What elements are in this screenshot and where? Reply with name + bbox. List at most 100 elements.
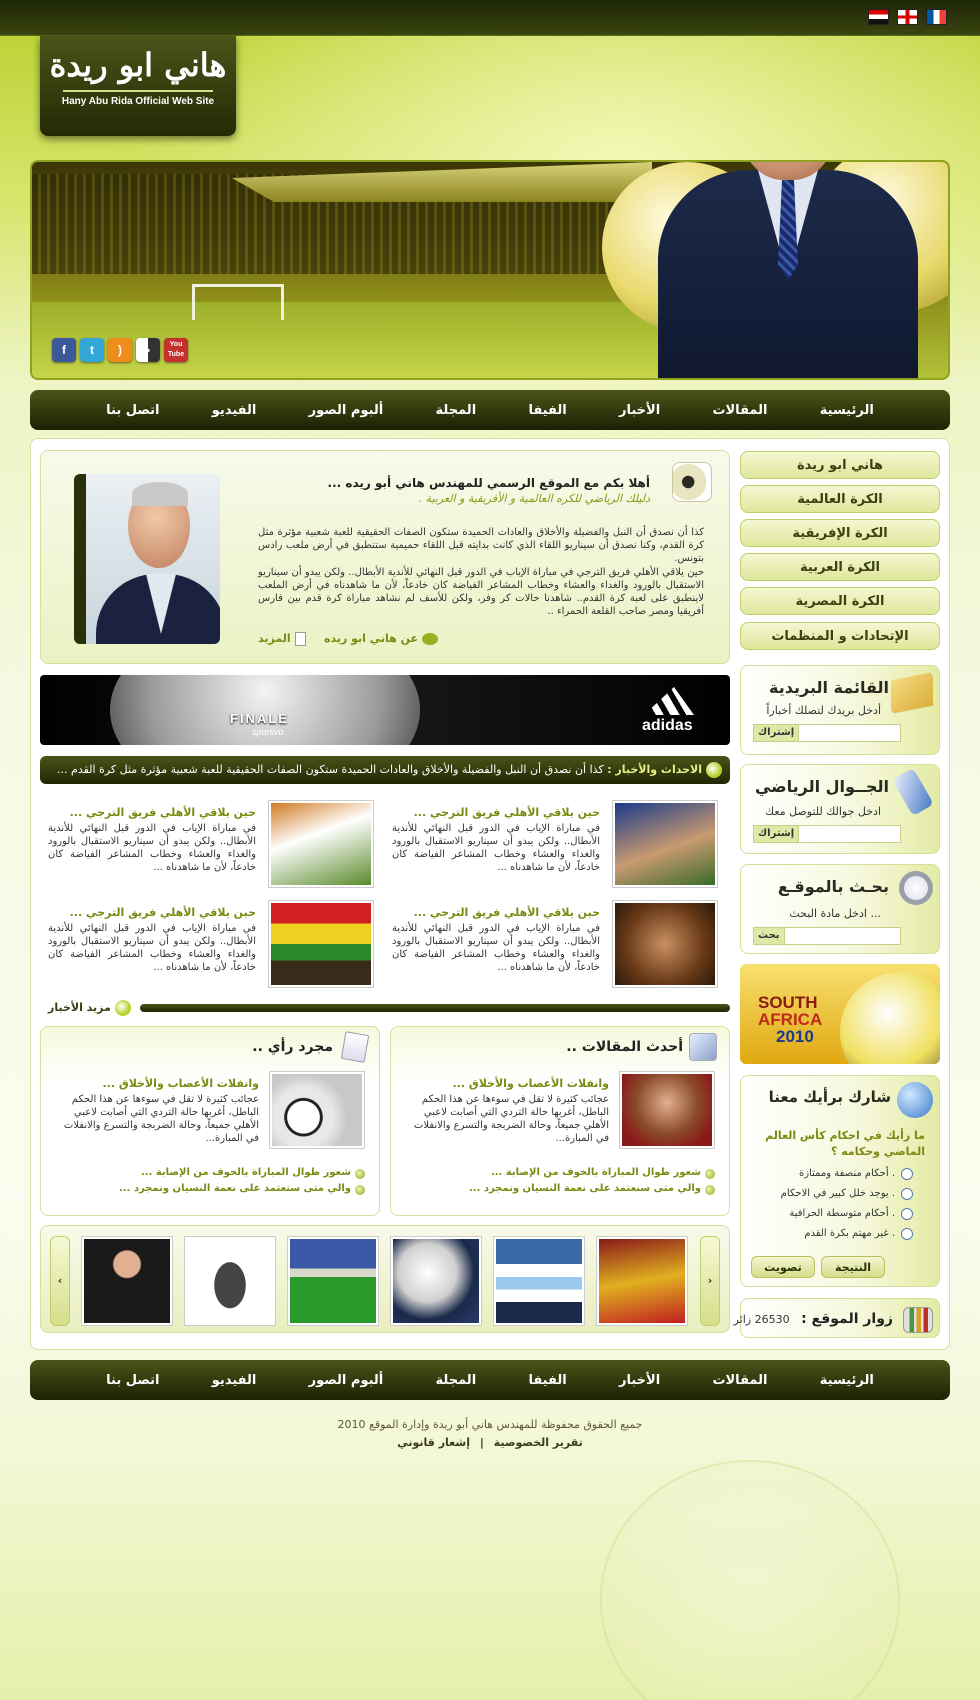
flag-egypt-icon[interactable] — [868, 9, 889, 25]
envelope-icon — [891, 672, 933, 714]
goal-post — [192, 284, 284, 320]
hany-abu-rida-portrait — [638, 162, 928, 378]
newsletter-subscribe-button[interactable]: إشتراك — [754, 725, 800, 741]
footer-separator: | — [479, 1436, 484, 1449]
welcome-subtitle: دليلك الرياضي للكره العالمية و الأفريقية… — [418, 492, 650, 505]
flag-france-icon[interactable] — [926, 9, 947, 25]
news-item[interactable]: حين يلاقي الأهلي فريق الترجي ... في مبار… — [388, 800, 718, 888]
nav-photo-album[interactable]: ألبوم الصور — [309, 403, 384, 418]
gallery-thumbnail[interactable] — [390, 1236, 482, 1326]
article-link-2[interactable]: والي متى سنعتمد على نعمة النسيان ونمجرد … — [469, 1183, 701, 1194]
footer-nav-video[interactable]: الفيديو — [212, 1373, 257, 1388]
bullet-icon — [355, 1169, 365, 1179]
news-item-body: في مباراة الإياب في الدور قبل النهائي لل… — [48, 923, 256, 973]
search-box: بحـث بالموقـع ادخل مادة البحث ... بحث — [740, 864, 940, 954]
poll-option-2-radio[interactable] — [901, 1188, 913, 1200]
search-button[interactable]: بحث — [754, 928, 785, 944]
footer-ball-watermark — [600, 1460, 900, 1700]
footer-nav-home[interactable]: الرئيسية — [820, 1373, 874, 1388]
article-title[interactable]: وانفلات الأعصاب والأخلاق ... — [453, 1077, 610, 1090]
poll-option-1-radio[interactable] — [901, 1168, 913, 1180]
news-thumbnail — [268, 800, 374, 888]
adidas-logo-icon — [644, 687, 694, 715]
footer-nav-magazine[interactable]: المجلة — [436, 1373, 477, 1388]
news-item[interactable]: حين يلاقي الأهلي فريق الترجي ... في مبار… — [44, 800, 374, 888]
twitter-icon[interactable]: t — [80, 338, 104, 362]
more-link-label: المزيد — [258, 632, 291, 645]
opinion-section: مجرد رأي .. وانفلات الأعصاب والأخلاق ...… — [40, 1026, 380, 1216]
gallery-thumbnail[interactable] — [184, 1236, 276, 1326]
footer-nav-photo-album[interactable]: ألبوم الصور — [309, 1373, 384, 1388]
opinion-link-2[interactable]: والي متى سنعتمد على نعمة النسيان ونمجرد … — [119, 1183, 351, 1194]
side-menu-arab-football[interactable]: الكرة العربية — [740, 553, 940, 581]
mobile-label: ادخل جوالك للتوصل معك — [765, 805, 881, 818]
footer-nav-news[interactable]: الأخبار — [619, 1373, 660, 1388]
notepad-icon — [340, 1031, 370, 1063]
nav-news[interactable]: الأخبار — [619, 403, 660, 418]
side-menu-hany[interactable]: هاني ابو ريدة — [740, 451, 940, 479]
newsletter-email-input[interactable]: إشتراك — [753, 724, 901, 742]
footer-nav-contact[interactable]: اتصل بنا — [106, 1373, 159, 1388]
gallery-thumbnail[interactable] — [287, 1236, 379, 1326]
rss-icon[interactable]: ) — [108, 338, 132, 362]
poll-option-3-radio[interactable] — [901, 1208, 913, 1220]
more-news-link[interactable]: مزيد الأخبار — [48, 1000, 131, 1016]
gallery-prev-arrow-icon[interactable]: ‹ — [50, 1236, 70, 1326]
newsletter-label: أدخل بريدك لتصلك أخباراً — [766, 704, 881, 717]
footer-nav-fifa[interactable]: الفيفا — [528, 1373, 566, 1388]
adidas-ad-banner[interactable]: FINALE sportivo adidas — [40, 675, 730, 745]
stadium-roof — [232, 162, 652, 202]
nav-home[interactable]: الرئيسية — [820, 403, 874, 418]
more-news-bullet-icon — [114, 1000, 131, 1016]
delicious-icon[interactable]: ▪ — [136, 338, 160, 362]
flag-england-icon[interactable] — [897, 9, 918, 25]
latest-articles-title: أحدث المقالات .. — [566, 1039, 683, 1055]
poll-option-1-label: أحكام منصفة وممتازة . — [798, 1168, 895, 1179]
opinion-item-title[interactable]: وانفلات الأعصاب والأخلاق ... — [103, 1077, 260, 1090]
nav-articles[interactable]: المقالات — [712, 403, 767, 418]
nav-magazine[interactable]: المجلة — [436, 403, 477, 418]
gallery-thumbnail[interactable] — [493, 1236, 585, 1326]
youtube-icon[interactable]: You Tube — [164, 338, 188, 362]
world-cup-2010-banner[interactable]: SOUTH AFRICA 2010 — [740, 964, 940, 1064]
gallery-thumbnail[interactable] — [81, 1236, 173, 1326]
ticker-bullet-icon — [706, 762, 722, 778]
side-menu-egyptian-football[interactable]: الكرة المصرية — [740, 587, 940, 615]
more-link[interactable]: المزيد — [258, 632, 306, 646]
more-news-label: مزيد الأخبار — [48, 1001, 111, 1014]
site-logo[interactable]: هاني ابو ريدة Hany Abu Rida Official Web… — [40, 36, 236, 136]
legal-notice-link[interactable]: إشعار قانوني — [397, 1436, 470, 1449]
opinion-link-1[interactable]: شعور طوال المباراة بالخوف من الإصابة ... — [141, 1167, 351, 1178]
sa-line3: 2010 — [776, 1027, 814, 1046]
welcome-paragraph-2: حين يلاقي الأهلي فريق الترجي في مباراة ا… — [258, 567, 704, 617]
side-menu-world-football[interactable]: الكرة العالمية — [740, 485, 940, 513]
side-menu-federations[interactable]: الإتحادات و المنظمات — [740, 622, 940, 650]
poll-question: ما رأيك في احكام كأس العالم الماضي وحكام… — [765, 1129, 925, 1158]
poll-result-button[interactable]: النتيجة — [821, 1256, 885, 1278]
news-item[interactable]: حين يلاقي الأهلي فريق الترجي ... في مبار… — [388, 900, 718, 988]
nav-contact[interactable]: اتصل بنا — [106, 403, 159, 418]
search-input[interactable]: بحث — [753, 927, 901, 945]
mobile-number-input[interactable]: إشتراك — [753, 825, 901, 843]
nav-video[interactable]: الفيديو — [212, 403, 257, 418]
magnifier-icon — [899, 871, 933, 905]
poll-vote-button[interactable]: تصويت — [751, 1256, 815, 1278]
nav-fifa[interactable]: الفيفا — [528, 403, 566, 418]
side-menu-african-football[interactable]: الكرة الإفريقية — [740, 519, 940, 547]
news-thumbnail — [612, 800, 718, 888]
about-link[interactable]: عن هاني ابو ريده — [324, 632, 439, 645]
latest-articles-section: أحدث المقالات .. وانفلات الأعصاب والأخلا… — [390, 1026, 730, 1216]
mobile-subscribe-button[interactable]: إشتراك — [754, 826, 800, 842]
gallery-next-arrow-icon[interactable]: › — [700, 1236, 720, 1326]
footer-nav-articles[interactable]: المقالات — [712, 1373, 767, 1388]
facebook-icon[interactable]: f — [52, 338, 76, 362]
pen-icon — [689, 1033, 717, 1061]
poll-option-4-radio[interactable] — [901, 1228, 913, 1240]
article-link-1[interactable]: شعور طوال المباراة بالخوف من الإصابة ... — [491, 1167, 701, 1178]
news-item[interactable]: حين يلاقي الأهلي فريق الترجي ... في مبار… — [44, 900, 374, 988]
news-thumbnail — [612, 900, 718, 988]
footer-nav: الرئيسية المقالات الأخبار الفيفا المجلة … — [30, 1360, 950, 1400]
gallery-thumbnail[interactable] — [596, 1236, 688, 1326]
privacy-link[interactable]: تقرير الخصوصية — [494, 1436, 583, 1449]
news-ticker[interactable]: الاحداث والأخبار : كذا أن نصدق أن النبل … — [40, 756, 730, 784]
